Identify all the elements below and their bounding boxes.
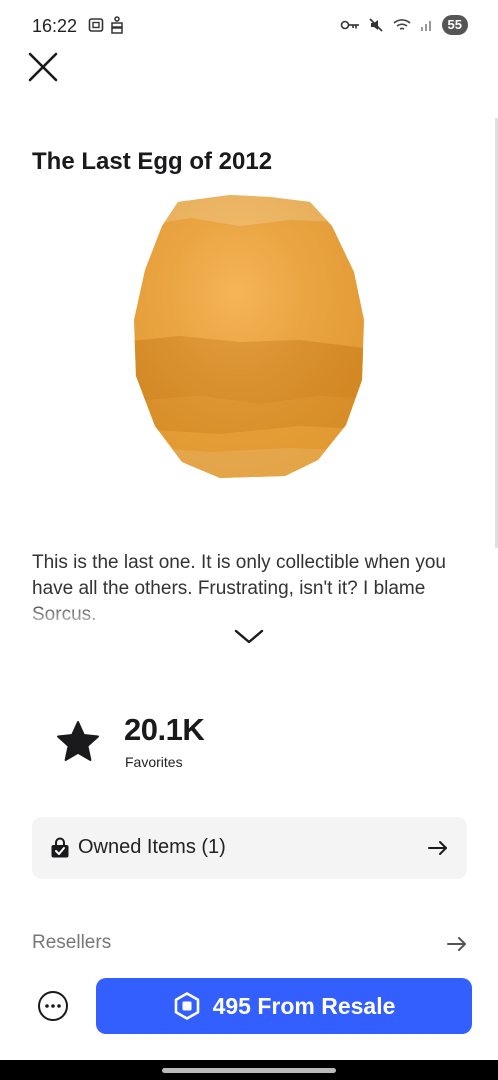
egg-image bbox=[134, 195, 364, 478]
status-notification-icons bbox=[88, 16, 124, 34]
robux-icon bbox=[174, 992, 199, 1020]
screenshot-icon bbox=[88, 18, 104, 32]
favorites-label: Favorites bbox=[125, 754, 183, 770]
resellers-heading: Resellers bbox=[32, 932, 112, 953]
mute-icon bbox=[368, 18, 383, 32]
favorites-count: 20.1K bbox=[124, 712, 205, 747]
status-system-icons: 55 bbox=[340, 15, 468, 35]
status-time: 16:22 bbox=[32, 16, 78, 36]
battery-level: 55 bbox=[441, 15, 468, 35]
status-bar: 16:22 55 bbox=[0, 0, 498, 52]
lock-bag-icon bbox=[51, 837, 69, 858]
wifi-icon bbox=[392, 19, 411, 30]
vpn-key-icon bbox=[340, 20, 359, 30]
star-icon[interactable] bbox=[56, 720, 100, 762]
home-handle[interactable] bbox=[162, 1068, 336, 1073]
more-options-button[interactable] bbox=[38, 991, 68, 1021]
item-thumbnail bbox=[120, 190, 380, 484]
owned-items-label: Owned Items (1) bbox=[78, 836, 226, 858]
arrow-right-icon bbox=[428, 841, 447, 855]
more-icon bbox=[45, 1004, 61, 1008]
buy-from-resale-button[interactable]: 495 From Resale bbox=[96, 978, 472, 1034]
signal-icon bbox=[420, 21, 431, 31]
buy-button-label: 495 From Resale bbox=[212, 992, 396, 1019]
item-title: The Last Egg of 2012 bbox=[32, 148, 273, 175]
close-icon[interactable] bbox=[26, 50, 60, 84]
owned-items-button[interactable]: Owned Items (1) bbox=[32, 817, 467, 879]
arrow-right-icon[interactable] bbox=[446, 935, 468, 953]
accessibility-icon bbox=[111, 16, 123, 34]
chevron-down-icon[interactable] bbox=[232, 624, 266, 648]
